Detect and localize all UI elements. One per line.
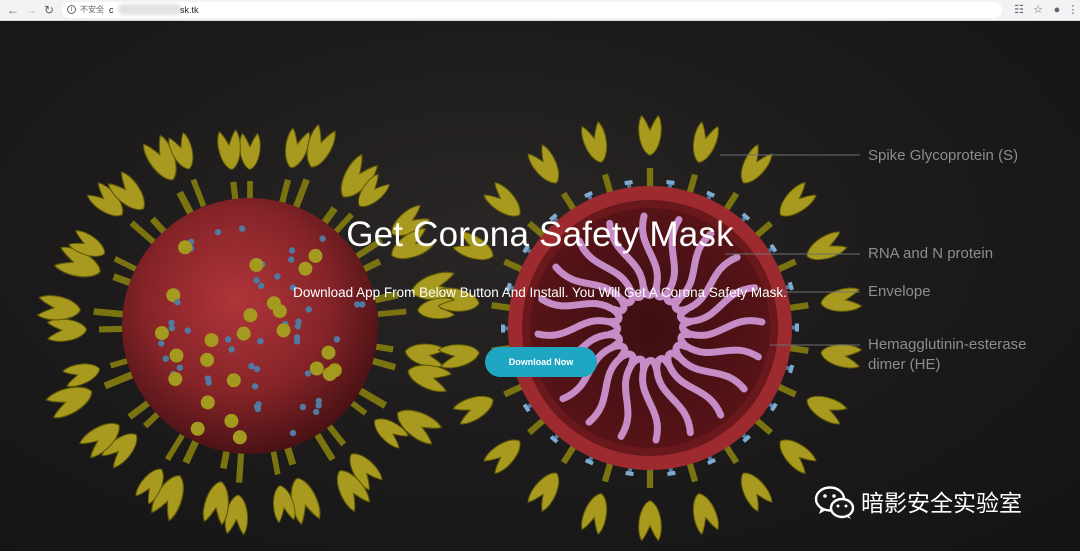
- back-arrow-icon[interactable]: ←: [6, 3, 20, 17]
- surface-protein: [243, 308, 258, 323]
- surface-protein: [228, 346, 235, 353]
- surface-protein: [305, 306, 312, 313]
- surface-protein: [168, 372, 183, 386]
- surface-protein: [294, 323, 302, 330]
- surface-protein: [276, 323, 291, 338]
- surface-protein: [232, 430, 247, 445]
- surface-protein: [298, 261, 313, 276]
- surface-protein: [154, 326, 169, 341]
- surface-protein: [333, 336, 341, 343]
- surface-protein: [257, 338, 264, 345]
- surface-protein: [236, 326, 251, 341]
- surface-protein: [299, 403, 307, 411]
- surface-protein: [169, 348, 184, 363]
- surface-protein: [272, 304, 287, 319]
- label-spike-glycoprotein: Spike Glycoprotein (S): [868, 147, 1019, 164]
- watermark-text: 暗影安全实验室: [861, 490, 1022, 516]
- wechat-icon: [814, 486, 855, 519]
- url-suffix: sk.tk: [180, 5, 199, 15]
- reload-icon[interactable]: ↻: [42, 3, 56, 17]
- label-envelope: Envelope: [868, 283, 931, 300]
- surface-protein: [158, 340, 165, 347]
- surface-protein: [322, 367, 337, 382]
- surface-protein: [176, 364, 184, 371]
- spike-protein: [46, 317, 131, 343]
- address-bar[interactable]: i 不安全 c sk.tk: [62, 2, 1002, 18]
- surface-protein: [315, 402, 322, 409]
- address-separator: [102, 5, 103, 15]
- spike-protein: [268, 126, 313, 214]
- surface-protein: [288, 256, 295, 263]
- surface-protein: [253, 403, 261, 410]
- surface-protein: [190, 421, 205, 436]
- url-prefix: c: [109, 5, 114, 15]
- label-he-line2: dimer (HE): [868, 356, 941, 373]
- surface-protein: [200, 395, 215, 410]
- menu-kebab-icon[interactable]: ⋮: [1066, 3, 1080, 17]
- surface-protein: [226, 373, 241, 388]
- surface-protein: [293, 334, 301, 341]
- surface-protein: [184, 327, 191, 334]
- right-virus: [437, 114, 863, 542]
- surface-protein: [162, 355, 169, 362]
- account-icon[interactable]: ●: [1050, 3, 1064, 17]
- translate-icon[interactable]: ☷: [1012, 3, 1026, 17]
- bookmark-star-icon[interactable]: ☆: [1031, 3, 1045, 17]
- surface-protein: [251, 383, 259, 390]
- surface-protein: [354, 301, 361, 308]
- surface-protein: [248, 362, 255, 370]
- label-rna-n-protein: RNA and N protein: [868, 245, 994, 262]
- surface-protein: [253, 277, 260, 284]
- surface-protein: [289, 429, 297, 437]
- surface-protein: [204, 333, 219, 348]
- surface-protein: [224, 413, 239, 428]
- surface-protein: [304, 370, 312, 377]
- surface-protein: [200, 352, 215, 367]
- surface-protein: [168, 324, 176, 332]
- surface-protein: [309, 361, 324, 376]
- label-he-line1: Hemagglutinin-esterase: [868, 336, 1027, 353]
- wechat-watermark: 暗影安全实验室: [813, 483, 1022, 523]
- browser-toolbar: ← → ↻ i 不安全 c sk.tk ☷ ☆ ● ⋮: [0, 0, 1080, 21]
- hero-section: Get Corona Safety Mask Download App From…: [0, 21, 1080, 551]
- surface-protein: [253, 365, 261, 373]
- forward-arrow-icon[interactable]: →: [24, 3, 38, 17]
- surface-protein: [204, 375, 212, 382]
- surface-protein: [224, 336, 232, 343]
- left-virus: [36, 122, 460, 536]
- url-redaction: [118, 4, 182, 15]
- surface-protein: [312, 408, 320, 416]
- surface-protein: [249, 258, 264, 272]
- spike-protein: [223, 450, 253, 536]
- surface-protein: [274, 273, 281, 280]
- download-now-button[interactable]: Download Now: [485, 347, 597, 377]
- info-icon[interactable]: i: [67, 5, 76, 14]
- security-status: 不安全: [80, 5, 104, 14]
- surface-protein: [321, 345, 336, 360]
